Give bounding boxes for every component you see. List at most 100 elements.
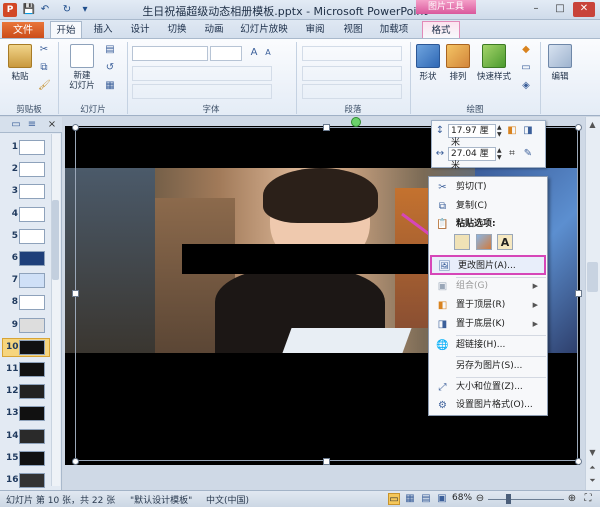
rotate-handle[interactable] <box>351 117 361 127</box>
undo-icon[interactable]: ↶ <box>38 3 52 17</box>
zoom-slider[interactable] <box>488 499 564 500</box>
customize-qat-icon[interactable]: ▾ <box>78 3 92 17</box>
menu-item-cut[interactable]: ✂ 剪切(T) <box>430 178 544 197</box>
menu-item-change-picture[interactable]: 🖼 更改图片(A)... <box>430 255 546 275</box>
scroll-up-icon[interactable]: ▲ <box>587 120 598 132</box>
shapes-icon[interactable] <box>416 44 440 68</box>
slides-tab-icon[interactable]: ▭ <box>10 119 22 131</box>
paste-keep-format-icon[interactable] <box>454 234 470 250</box>
new-slide-button-label[interactable]: 新建 幻灯片 <box>62 71 102 91</box>
tab-insert[interactable]: 插入 <box>88 21 118 38</box>
paste-text-only-icon[interactable]: A <box>497 234 513 250</box>
menu-item-copy[interactable]: ⧉ 复制(C) <box>430 197 544 216</box>
thumbnail-scroll-thumb[interactable] <box>52 200 59 280</box>
reset-icon[interactable]: ↺ <box>104 62 116 74</box>
menu-item-save-as-picture[interactable]: 另存为图片(S)... <box>430 357 544 376</box>
save-icon[interactable]: 💾 <box>22 3 36 17</box>
grow-font-icon[interactable]: A <box>248 47 260 59</box>
binoculars-icon[interactable] <box>548 44 572 68</box>
list-format-row[interactable] <box>302 46 402 61</box>
height-spinner[interactable]: ▲ ▼ <box>497 124 504 138</box>
slide-thumbnail[interactable] <box>19 206 45 222</box>
arrange-icon[interactable] <box>446 44 470 68</box>
resize-handle[interactable] <box>72 290 79 297</box>
section-icon[interactable]: ▦ <box>104 80 116 92</box>
tab-design[interactable]: 设计 <box>125 21 155 38</box>
format-painter-icon[interactable]: 🖌 <box>38 80 51 92</box>
powerpoint-app-icon[interactable]: P <box>3 3 17 17</box>
thumbnail-scrollbar[interactable] <box>51 134 60 486</box>
font-name-combo[interactable] <box>132 46 208 61</box>
close-panel-icon[interactable]: × <box>46 119 58 131</box>
slide-thumbnail[interactable] <box>19 384 45 400</box>
slide-thumbnail[interactable] <box>19 184 45 200</box>
slide-thumbnail[interactable] <box>19 317 45 333</box>
slide-thumbnail[interactable] <box>19 162 45 178</box>
resize-handle[interactable] <box>575 458 582 465</box>
resize-handle[interactable] <box>323 458 330 465</box>
tab-slideshow[interactable]: 幻灯片放映 <box>238 21 290 38</box>
reading-view-icon[interactable]: ▤ <box>420 493 432 505</box>
slideshow-icon[interactable]: ▣ <box>436 493 448 505</box>
cut-icon[interactable]: ✂ <box>38 44 50 56</box>
menu-item-bring-to-front[interactable]: ◧ 置于顶层(R) ▶ <box>430 296 544 315</box>
shapes-button-label[interactable]: 形状 <box>412 72 444 82</box>
quick-styles-icon[interactable] <box>482 44 506 68</box>
zoom-in-icon[interactable]: ⊕ <box>566 493 578 505</box>
zoom-slider-thumb[interactable] <box>506 494 511 504</box>
language-status[interactable]: 中文(中国) <box>206 493 249 506</box>
slide-sorter-icon[interactable]: ▦ <box>404 493 416 505</box>
prev-slide-icon[interactable]: ⏶ <box>587 463 598 475</box>
copy-icon[interactable]: ⧉ <box>38 62 50 74</box>
menu-item-send-to-back[interactable]: ◨ 置于底层(K) ▶ <box>430 315 544 334</box>
tab-file[interactable]: 文件 <box>2 22 44 39</box>
tab-addins[interactable]: 加载项 <box>376 21 412 38</box>
slide-thumbnail[interactable] <box>19 140 45 155</box>
tab-animations[interactable]: 动画 <box>199 21 229 38</box>
outline-tab-icon[interactable]: ≡ <box>26 119 38 131</box>
zoom-out-icon[interactable]: ⊖ <box>474 493 486 505</box>
slide-thumbnail[interactable] <box>19 362 45 377</box>
next-slide-icon[interactable]: ⏷ <box>587 476 598 488</box>
theme-status[interactable]: "默认设计模板" <box>130 493 192 506</box>
slide-thumbnail[interactable] <box>19 473 45 488</box>
menu-item-group[interactable]: ▣ 组合(G) ▶ <box>430 277 544 296</box>
zoom-level[interactable]: 68% <box>452 493 472 503</box>
minimize-button[interactable]: – <box>525 2 547 17</box>
alignment-row[interactable] <box>302 66 402 81</box>
resize-handle[interactable] <box>72 124 79 131</box>
black-text-box[interactable] <box>182 244 428 274</box>
slide-thumbnail[interactable] <box>19 228 45 244</box>
text-direction-row[interactable] <box>302 84 402 99</box>
normal-view-icon[interactable]: ▭ <box>388 493 400 505</box>
resize-handle[interactable] <box>72 458 79 465</box>
slide-thumbnail[interactable] <box>19 428 45 444</box>
menu-item-hyperlink[interactable]: 🌐 超链接(H)... <box>430 336 544 355</box>
slide-thumbnail[interactable] <box>19 295 45 311</box>
paste-button-label[interactable]: 粘贴 <box>4 72 36 82</box>
width-input[interactable]: 27.04 厘米 <box>448 147 496 171</box>
editing-button-label[interactable]: 编辑 <box>544 72 576 82</box>
shape-outline-mini-icon[interactable]: ✎ <box>522 148 534 160</box>
menu-item-format-picture[interactable]: ⚙ 设置图片格式(O)... <box>430 396 544 415</box>
slide-thumbnail[interactable] <box>19 339 45 355</box>
height-input[interactable]: 17.97 厘米 <box>448 124 496 148</box>
maximize-button[interactable]: □ <box>549 2 571 17</box>
scroll-thumb[interactable] <box>587 262 598 292</box>
font-size-combo[interactable] <box>210 46 242 61</box>
new-slide-icon[interactable] <box>70 44 94 68</box>
resize-handle[interactable] <box>323 124 330 131</box>
slide-thumbnail[interactable] <box>19 450 45 466</box>
resize-handle[interactable] <box>575 124 582 131</box>
tab-home[interactable]: 开始 <box>50 21 82 38</box>
slide-thumbnail[interactable] <box>19 273 45 289</box>
redo-icon[interactable]: ↻ <box>60 3 74 17</box>
width-spinner[interactable]: ▲ ▼ <box>497 147 504 161</box>
tab-transitions[interactable]: 切换 <box>162 21 192 38</box>
quick-styles-button-label[interactable]: 快速样式 <box>472 72 516 82</box>
vertical-scrollbar[interactable] <box>585 117 600 490</box>
send-backward-icon[interactable]: ◨ <box>522 125 534 137</box>
slide-thumbnail[interactable] <box>19 406 45 422</box>
shape-outline-icon[interactable]: ▭ <box>520 62 532 74</box>
menu-item-size-position[interactable]: ⤢ 大小和位置(Z)... <box>430 378 544 397</box>
